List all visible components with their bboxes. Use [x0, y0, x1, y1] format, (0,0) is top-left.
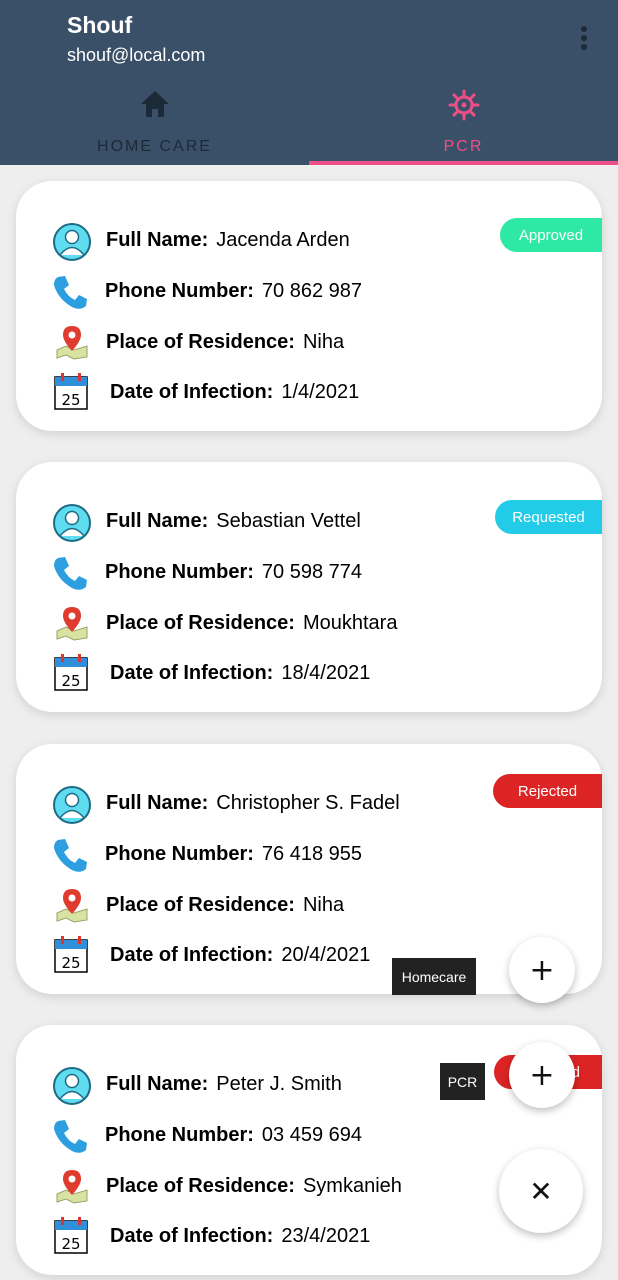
calendar-day-text: 25 [61, 1235, 80, 1253]
add-icon: + [529, 952, 555, 988]
full-name-value: Sebastian Vettel [216, 510, 361, 532]
status-badge: Requested [495, 500, 602, 534]
pcr-card[interactable]: Full Name: Sebastian Vettel Phone Number:… [16, 462, 602, 712]
more-vert-icon [581, 26, 587, 50]
residence-value: Moukhtara [302, 612, 398, 634]
full-name-label: Full Name: [106, 792, 209, 814]
infection-date-label: Date of Infection: [110, 662, 274, 684]
map-pin-icon [56, 607, 88, 641]
residence-value: Niha [302, 894, 345, 916]
map-pin-icon [56, 326, 88, 360]
user-email: shouf@local.com [67, 45, 206, 65]
person-icon [53, 223, 91, 261]
phone-label: Phone Number: [105, 280, 254, 302]
phone-icon [54, 276, 87, 309]
tab-label: HOME CARE [97, 138, 212, 155]
infection-date-value: 18/4/2021 [281, 662, 371, 684]
map-pin-icon [56, 1170, 88, 1204]
full-name-value: Christopher S. Fadel [216, 792, 400, 814]
tab-label: PCR [443, 138, 484, 155]
full-name-value: Jacenda Arden [216, 229, 350, 251]
calendar-day-text: 25 [61, 954, 80, 972]
tab-pcr[interactable]: PCR [309, 82, 618, 165]
homecare-tooltip: Homecare [392, 958, 476, 995]
calendar-icon: 25 [54, 1217, 88, 1254]
person-icon [53, 1067, 91, 1105]
more-options-button[interactable] [566, 20, 602, 56]
calendar-icon: 25 [54, 654, 88, 691]
phone-value: 76 418 955 [261, 843, 363, 865]
status-badge: Approved [500, 218, 602, 252]
full-name-value: Peter J. Smith [216, 1073, 342, 1095]
residence-value: Niha [302, 331, 345, 353]
phone-value: 70 598 774 [261, 561, 363, 583]
add-pcr-button[interactable]: + [509, 1042, 575, 1108]
tab-home-care[interactable]: HOME CARE [0, 82, 309, 165]
full-name-label: Full Name: [106, 229, 209, 251]
close-icon: ✕ [529, 1174, 553, 1208]
phone-icon [54, 1120, 87, 1153]
calendar-day-text: 25 [61, 672, 80, 690]
phone-icon [54, 557, 87, 590]
status-badge: Rejected [493, 774, 602, 808]
residence-value: Symkanieh [302, 1175, 402, 1197]
person-icon [53, 504, 91, 542]
infection-date-label: Date of Infection: [110, 944, 274, 966]
infection-date-value: 20/4/2021 [281, 944, 371, 966]
close-fab-button[interactable]: ✕ [499, 1149, 583, 1233]
app-bar: Shouf shouf@local.com HOME CARE PCR [0, 0, 618, 165]
full-name-label: Full Name: [106, 1073, 209, 1095]
pcr-tooltip: PCR [440, 1063, 485, 1100]
residence-label: Place of Residence: [106, 1175, 295, 1197]
calendar-icon: 25 [54, 373, 88, 410]
add-icon: + [529, 1057, 555, 1093]
infection-date-label: Date of Infection: [110, 381, 274, 403]
calendar-day-text: 25 [61, 391, 80, 409]
person-icon [53, 786, 91, 824]
phone-icon [54, 839, 87, 872]
calendar-icon: 25 [54, 936, 88, 973]
phone-label: Phone Number: [105, 843, 254, 865]
infection-date-value: 23/4/2021 [281, 1225, 371, 1247]
phone-label: Phone Number: [105, 561, 254, 583]
residence-label: Place of Residence: [106, 331, 295, 353]
phone-label: Phone Number: [105, 1124, 254, 1146]
virus-icon [448, 89, 479, 121]
home-icon [140, 91, 169, 117]
add-homecare-button[interactable]: + [509, 937, 575, 1003]
phone-value: 03 459 694 [261, 1124, 363, 1146]
residence-label: Place of Residence: [106, 894, 295, 916]
pcr-card[interactable]: Full Name: Jacenda Arden Phone Number: 70 … [16, 181, 602, 431]
infection-date-label: Date of Infection: [110, 1225, 274, 1247]
full-name-label: Full Name: [106, 510, 209, 532]
infection-date-value: 1/4/2021 [281, 381, 360, 403]
app-title: Shouf [67, 12, 133, 38]
map-pin-icon [56, 889, 88, 923]
phone-value: 70 862 987 [261, 280, 363, 302]
residence-label: Place of Residence: [106, 612, 295, 634]
